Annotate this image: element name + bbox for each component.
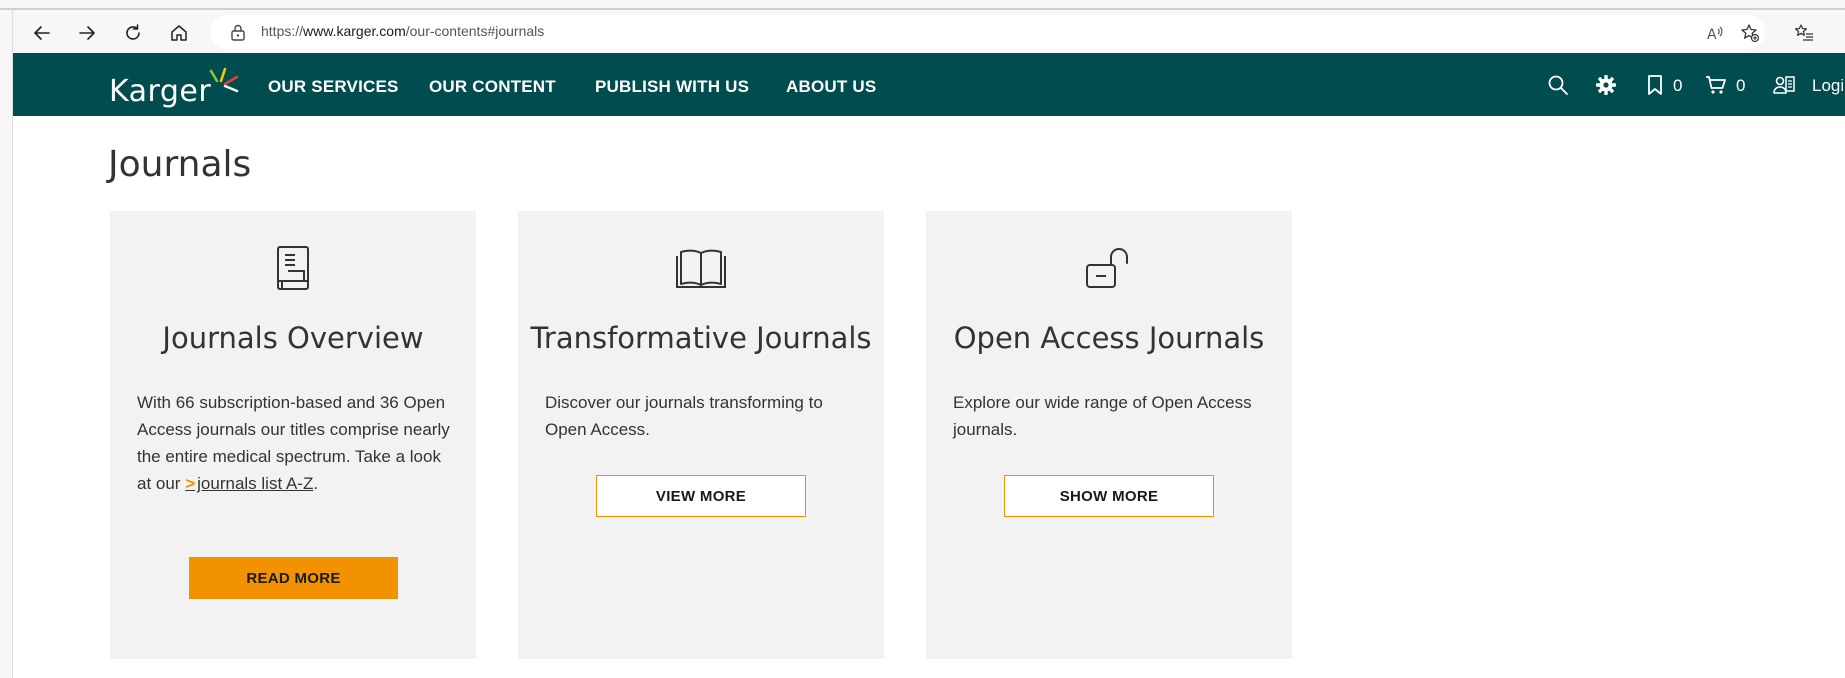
favorites-button[interactable] (1791, 20, 1817, 46)
favorites-list-icon (1794, 24, 1813, 41)
read-aloud-icon: A (1707, 26, 1723, 43)
card-open-access-journals: Open Access Journals Explore our wide ra… (926, 211, 1292, 659)
page-title: Journals (108, 144, 252, 185)
view-more-button[interactable]: VIEW MORE (596, 475, 806, 517)
settings-button[interactable] (1594, 73, 1618, 97)
card-title: Transformative Journals (530, 321, 872, 355)
star-add-icon (1741, 24, 1760, 43)
arrow-right-icon (79, 26, 95, 40)
nav-our-services[interactable]: OUR SERVICES (268, 77, 399, 97)
add-favorite-button[interactable] (1737, 20, 1763, 46)
chevron-right-icon: > (185, 474, 196, 493)
card-icon (265, 241, 321, 297)
read-more-button[interactable]: READ MORE (189, 557, 398, 599)
show-more-button[interactable]: SHOW MORE (1004, 475, 1214, 517)
cart-count: 0 (1736, 76, 1746, 95)
arrow-left-icon (34, 26, 50, 40)
bookmark-count: 0 (1673, 76, 1683, 95)
card-icon (1081, 241, 1137, 297)
card-icon (673, 241, 729, 297)
gear-icon (1596, 75, 1616, 95)
reload-button[interactable] (120, 20, 146, 46)
nav-our-content[interactable]: OUR CONTENT (429, 77, 556, 97)
card-title: Open Access Journals (953, 321, 1265, 355)
card-description: Explore our wide range of Open Access jo… (953, 393, 1252, 439)
card-title: Journals Overview (162, 321, 424, 355)
window-top-edge (0, 0, 1845, 8)
login-label[interactable]: Logi (1812, 76, 1844, 96)
login-button[interactable] (1772, 73, 1796, 97)
back-button[interactable] (29, 20, 55, 46)
search-icon (1548, 75, 1568, 95)
home-icon (171, 25, 187, 41)
search-button[interactable] (1546, 73, 1570, 97)
cart-icon (1706, 76, 1726, 94)
logo-text: Karger (109, 74, 212, 109)
journals-list-link[interactable]: > journals list A-Z (185, 474, 313, 493)
forward-button[interactable] (74, 20, 100, 46)
nav-about-us[interactable]: ABOUT US (786, 77, 876, 97)
address-bar[interactable]: https://www.karger.com/our-contents#jour… (210, 15, 1765, 49)
logo-spark-icon (209, 67, 239, 93)
read-aloud-button[interactable]: A (1702, 20, 1728, 46)
site-header: Karger OUR SERVICES OUR CONTENT PUBLISH … (13, 53, 1845, 116)
open-book-icon (676, 249, 726, 288)
reload-icon (126, 24, 140, 40)
home-button[interactable] (166, 20, 192, 46)
card-journals-overview: Journals Overview With 66 subscription-b… (110, 211, 476, 659)
card-description: Discover our journals transforming to Op… (545, 393, 823, 439)
window-left-edge (0, 10, 13, 678)
bookmark-icon (1648, 75, 1662, 95)
user-login-icon (1773, 76, 1795, 94)
svg-text:A: A (1707, 27, 1717, 43)
open-lock-icon (1086, 248, 1128, 288)
card-transformative-journals: Transformative Journals Discover our jou… (518, 211, 884, 659)
card-description: With 66 subscription-based and 36 Open A… (137, 393, 450, 493)
cart-button[interactable] (1704, 73, 1728, 97)
bookmarks-button[interactable] (1643, 73, 1667, 97)
book-icon (277, 246, 309, 290)
nav-publish-with-us[interactable]: PUBLISH WITH US (595, 77, 749, 97)
url-text[interactable]: https://www.karger.com/our-contents#jour… (261, 23, 544, 39)
lock-icon[interactable] (228, 22, 248, 42)
